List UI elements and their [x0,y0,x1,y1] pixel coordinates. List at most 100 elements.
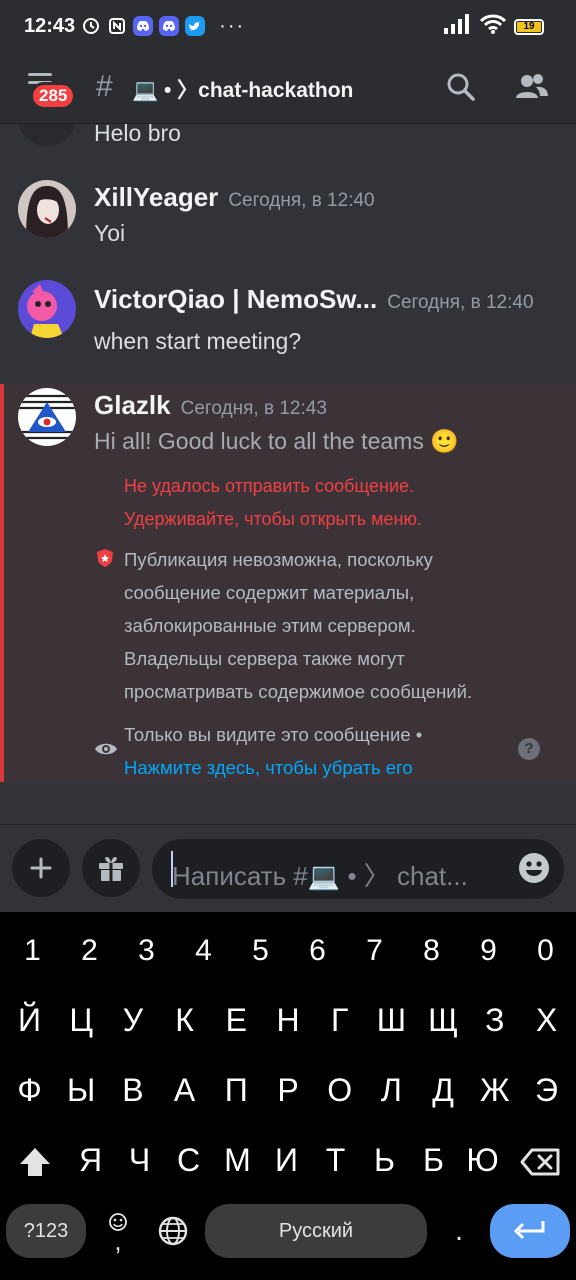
key[interactable]: З [466,1002,523,1039]
battery-icon: 19 [514,18,544,35]
enter-key[interactable] [490,1204,570,1258]
key[interactable]: 4 [175,934,232,968]
send-error-text: Не удалось отправить сообщение. [124,476,415,496]
channel-hash-icon: # [96,70,113,103]
author-name[interactable]: VictorQiao | NemoSw... [94,284,377,314]
key[interactable]: Х [518,1002,575,1039]
discord-icon [133,16,154,36]
message-text: when start meeting? [94,328,302,354]
message-timestamp: Сегодня, в 12:43 [180,398,327,419]
key[interactable]: Й [1,1002,58,1039]
nfc-icon [107,16,127,36]
only-you-text: Только вы видите это сообщение • [124,724,423,745]
notice-line: Владельцы сервера также могут [124,648,405,669]
key[interactable]: Ж [466,1072,523,1109]
members-button[interactable] [514,70,548,104]
key[interactable]: В [104,1072,161,1109]
gift-icon [99,857,123,881]
key[interactable]: 3 [118,934,175,968]
notice-line: просматривать содержимое сообщений. [124,681,473,702]
key[interactable]: 9 [460,934,517,968]
alarm-icon [81,16,101,36]
comma-key: , [114,1226,122,1256]
enter-icon [513,1221,545,1240]
search-button[interactable] [444,70,478,104]
message-input[interactable]: Написать #💻 • 〉 chat... [152,839,564,899]
key[interactable]: Ц [53,1002,110,1039]
key[interactable]: К [156,1002,213,1039]
signal-icon [444,14,472,39]
ephemeral-notice: Только вы видите это сообщение • Нажмите… [124,718,544,784]
message-composer: Написать #💻 • 〉 chat... [0,824,576,912]
avatar[interactable] [18,280,76,338]
period-key[interactable]: . [440,1204,478,1258]
notice-line: заблокированные этим сервером. [124,615,416,636]
symbols-key[interactable]: ?123 [6,1204,86,1258]
wifi-icon [479,14,507,39]
send-error-hint: Удерживайте, чтобы открыть меню. [124,509,422,529]
shift-icon[interactable] [18,1146,52,1178]
key[interactable]: 7 [346,934,403,968]
backspace-icon[interactable] [520,1148,560,1176]
status-bar: 12:43 ··· 19 [0,0,576,52]
dismiss-link[interactable]: Нажмите здесь, чтобы убрать его [124,751,544,784]
key[interactable]: Ф [1,1072,58,1109]
emoji-comma-key[interactable]: , [98,1204,138,1258]
channel-header: 285 # 💻 • 〉chat-hackathon [0,52,576,124]
key[interactable]: 2 [61,934,118,968]
key[interactable]: 6 [289,934,346,968]
key[interactable]: 1 [4,934,61,968]
blocked-notice: Публикация невозможна, поскольку сообщен… [124,543,544,708]
author-name[interactable]: XillYeager [94,182,218,212]
key[interactable]: Ю [454,1142,511,1179]
key[interactable]: О [311,1072,368,1109]
shield-icon [97,549,113,567]
message-list[interactable]: Helo bro XillYeager Сегодня, в 12:40 Yoi … [0,124,576,824]
key[interactable]: 0 [517,934,574,968]
language-key[interactable] [152,1210,194,1252]
search-icon [447,73,475,101]
space-bar[interactable]: Русский [205,1204,427,1258]
message-text: Helo bro [94,124,181,146]
on-screen-keyboard: 1234567890 ЙЦУКЕНГШЩЗХ ФЫВАПРОЛДЖЭ ЯЧСМИ… [0,912,576,1280]
menu-button[interactable]: 285 [22,68,77,110]
key[interactable]: Д [415,1072,472,1109]
more-dots-icon: ··· [219,14,246,37]
author-name[interactable]: Glazlk [94,390,171,420]
globe-icon [158,1216,188,1246]
key[interactable]: П [208,1072,265,1109]
plus-icon [30,857,52,879]
key[interactable]: Г [311,1002,368,1039]
message-author[interactable]: VictorQiao | NemoSw... Сегодня, в 12:40 [94,284,534,315]
avatar[interactable] [18,180,76,238]
unread-badge: 285 [30,82,77,110]
key[interactable]: А [156,1072,213,1109]
failed-message[interactable]: Glazlk Сегодня, в 12:43 Hi all! Good luck… [0,384,576,782]
emoji-icon[interactable] [518,852,550,884]
key[interactable]: Н [260,1002,317,1039]
battery-level: 19 [517,21,541,32]
avatar[interactable] [18,388,76,446]
key[interactable]: Ы [53,1072,110,1109]
message-placeholder: Написать #💻 • 〉 chat... [172,861,468,891]
key[interactable]: У [104,1002,161,1039]
gift-button[interactable] [82,839,140,897]
attach-button[interactable] [12,839,70,897]
key[interactable]: 5 [232,934,289,968]
message-timestamp: Сегодня, в 12:40 [228,190,375,211]
twitter-icon [185,16,206,36]
channel-title[interactable]: 💻 • 〉chat-hackathon [132,74,353,104]
message-text: Hi all! Good luck to all the teams 🙂 [94,428,459,454]
key[interactable]: Р [260,1072,317,1109]
message-author[interactable]: Glazlk Сегодня, в 12:43 [94,390,327,421]
message-text: Yoi [94,220,126,246]
avatar[interactable] [18,124,76,146]
message-author[interactable]: XillYeager Сегодня, в 12:40 [94,182,375,213]
key[interactable]: Щ [415,1002,472,1039]
help-icon[interactable]: ? [518,738,540,760]
key[interactable]: Ш [363,1002,420,1039]
key[interactable]: Э [518,1072,575,1109]
key[interactable]: 8 [403,934,460,968]
key[interactable]: Е [208,1002,265,1039]
key[interactable]: Л [363,1072,420,1109]
